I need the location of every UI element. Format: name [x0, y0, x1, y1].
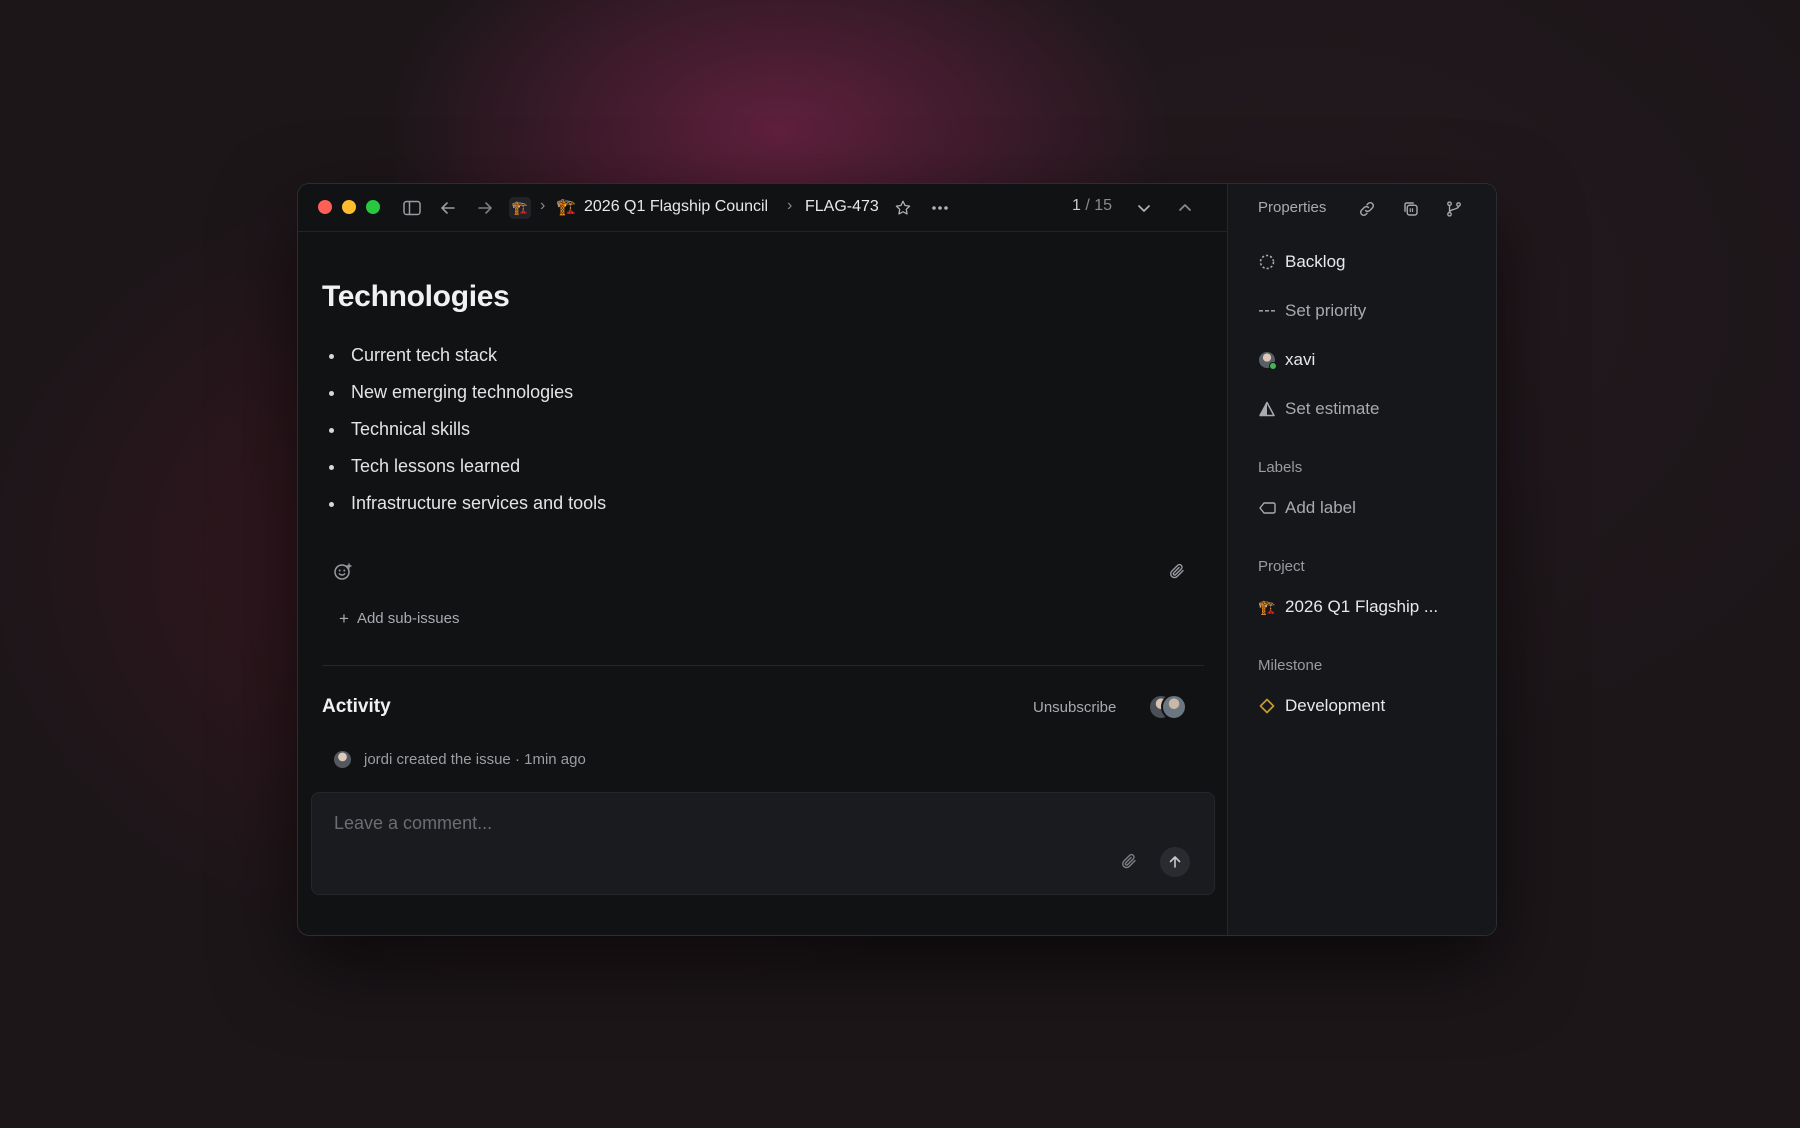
description-bullet: Current tech stack: [322, 344, 606, 381]
assignee-label: xavi: [1285, 350, 1316, 369]
pager-total: 15: [1094, 197, 1113, 214]
avatar: [1161, 694, 1187, 720]
project-property[interactable]: 🏗️ 2026 Q1 Flagship ...: [1258, 596, 1438, 618]
pager-separator: /: [1085, 197, 1090, 214]
activity-entry: jordi created the issue · 1min ago: [364, 751, 586, 768]
issue-title[interactable]: Technologies: [322, 280, 510, 314]
activity-user[interactable]: jordi: [364, 751, 392, 768]
pager-current: 1: [1072, 197, 1081, 214]
link-icon[interactable]: [1356, 198, 1378, 220]
estimate-icon: [1258, 400, 1276, 418]
section-divider: [322, 665, 1204, 666]
chevron-down-icon[interactable]: [1134, 198, 1154, 218]
breadcrumb-project[interactable]: 2026 Q1 Flagship Council: [584, 197, 768, 217]
unsubscribe-button[interactable]: Unsubscribe: [1033, 699, 1116, 716]
title-bar: 🏗️ › 🏗️ 2026 Q1 Flagship Council › FLAG-…: [298, 184, 1227, 232]
online-indicator: [1269, 362, 1277, 370]
project-label: 2026 Q1 Flagship ...: [1285, 597, 1439, 616]
activity-separator: ·: [514, 751, 520, 768]
description-bullet: Technical skills: [322, 418, 606, 455]
avatar: [334, 751, 351, 768]
comment-composer: [311, 792, 1215, 895]
issue-main-pane: 🏗️ › 🏗️ 2026 Q1 Flagship Council › FLAG-…: [298, 184, 1227, 935]
subscribers-avatars[interactable]: [1148, 694, 1188, 720]
plus-icon: +: [339, 608, 349, 628]
star-icon[interactable]: [893, 198, 913, 218]
estimate-label: Set estimate: [1285, 399, 1380, 418]
add-sub-issues-button[interactable]: + Add sub-issues: [339, 608, 460, 628]
priority-property[interactable]: Set priority: [1258, 300, 1366, 322]
activity-heading: Activity: [322, 696, 391, 717]
chevron-up-icon[interactable]: [1175, 198, 1195, 218]
status-property[interactable]: Backlog: [1258, 251, 1345, 273]
attachment-icon[interactable]: [1168, 562, 1188, 582]
maximize-window-button[interactable]: [366, 200, 380, 214]
add-label-label: Add label: [1285, 498, 1356, 517]
properties-heading: Properties: [1258, 199, 1327, 216]
arrow-up-icon: [1169, 856, 1181, 868]
send-comment-button[interactable]: [1160, 847, 1190, 877]
status-label: Backlog: [1285, 252, 1346, 271]
milestone-diamond-icon: [1258, 697, 1276, 715]
description-bullet: Tech lessons learned: [322, 455, 606, 492]
add-sub-issues-label: Add sub-issues: [356, 610, 460, 627]
priority-label: Set priority: [1285, 301, 1367, 320]
team-icon[interactable]: 🏗️: [509, 197, 531, 219]
activity-action: created the issue: [396, 751, 511, 768]
attachment-icon[interactable]: [1120, 852, 1140, 872]
assignee-property[interactable]: xavi: [1258, 349, 1315, 371]
git-branch-icon[interactable]: [1443, 198, 1465, 220]
close-window-button[interactable]: [318, 200, 332, 214]
chevron-right-icon: ›: [540, 197, 546, 214]
estimate-property[interactable]: Set estimate: [1258, 398, 1380, 420]
backlog-status-icon: [1258, 253, 1276, 271]
forward-arrow-icon[interactable]: [475, 198, 495, 218]
project-emoji-icon: 🏗️: [556, 199, 576, 216]
add-label-button[interactable]: Add label: [1258, 497, 1356, 519]
tag-icon: [1258, 499, 1276, 517]
project-emoji-icon: 🏗️: [1258, 598, 1276, 615]
issue-pager: 1 / 15: [1072, 197, 1112, 215]
issue-window: 🏗️ › 🏗️ 2026 Q1 Flagship Council › FLAG-…: [297, 183, 1497, 936]
labels-heading: Labels: [1258, 459, 1303, 476]
assignee-avatar: [1258, 351, 1277, 370]
milestone-label: Development: [1285, 696, 1386, 715]
chevron-right-icon: ›: [787, 197, 793, 214]
no-priority-icon: [1258, 302, 1276, 320]
more-options-icon[interactable]: [930, 198, 950, 218]
copy-icon[interactable]: [1400, 198, 1422, 220]
sidebar-toggle-icon[interactable]: [402, 198, 422, 218]
back-arrow-icon[interactable]: [438, 198, 458, 218]
properties-sidebar: Properties Backlog Set priority xavi Set…: [1227, 184, 1496, 935]
minimize-window-button[interactable]: [342, 200, 356, 214]
breadcrumb-issue-id[interactable]: FLAG-473: [805, 197, 879, 217]
description-bullet: Infrastructure services and tools: [322, 492, 606, 529]
add-reaction-icon[interactable]: [333, 562, 353, 582]
activity-time: 1min ago: [524, 751, 586, 768]
milestone-heading: Milestone: [1258, 657, 1323, 674]
comment-input[interactable]: [332, 809, 1136, 837]
description-bullet: New emerging technologies: [322, 381, 606, 418]
project-heading: Project: [1258, 558, 1305, 575]
issue-description-list[interactable]: Current tech stack New emerging technolo…: [322, 344, 606, 529]
milestone-property[interactable]: Development: [1258, 695, 1385, 717]
